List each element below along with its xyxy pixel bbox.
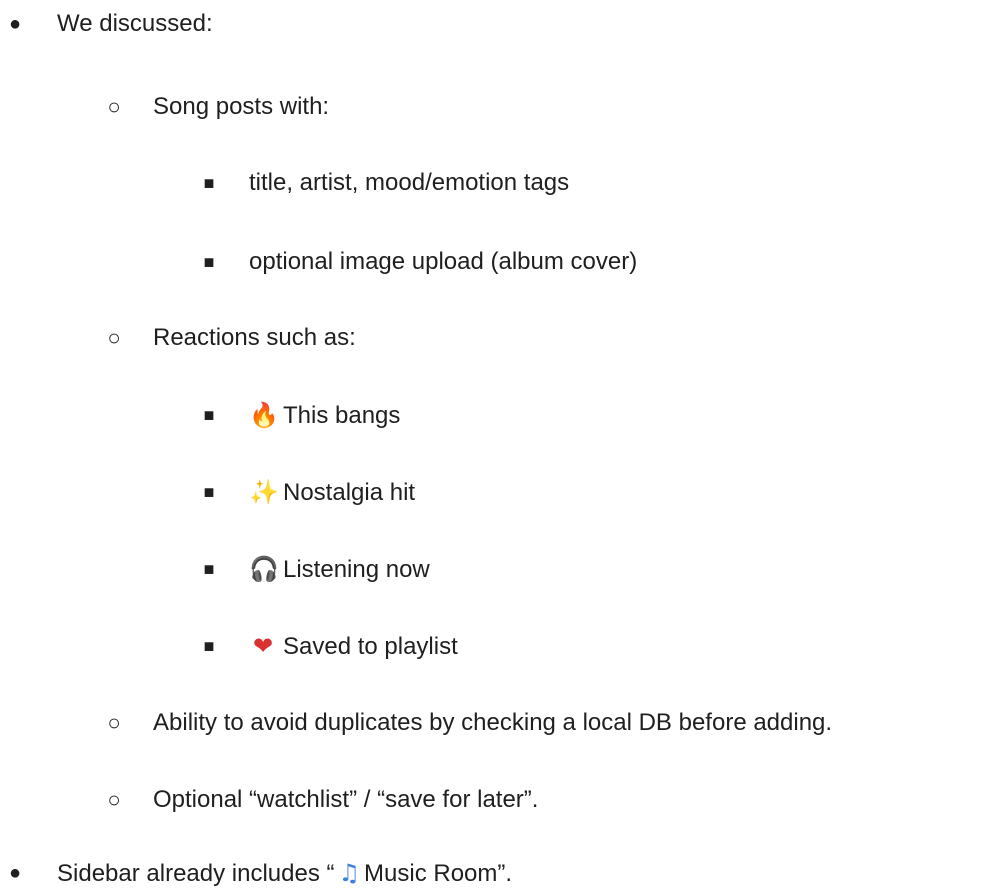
- document: ● We discussed: ○ Song posts with: ■ tit…: [0, 0, 983, 895]
- bullet-square: ■: [203, 482, 215, 502]
- list-item-text-prefix: Sidebar already includes “: [57, 860, 335, 887]
- bullet-circle: ○: [107, 325, 121, 350]
- list-item-text: Saved to playlist: [283, 633, 458, 660]
- list-item-text: We discussed:: [57, 10, 213, 37]
- list-item-text-name: Music Room: [364, 860, 498, 887]
- headphones-icon: 🎧: [249, 555, 279, 583]
- bullet-square: ■: [203, 405, 215, 425]
- list-item-text: Nostalgia hit: [283, 479, 416, 506]
- list-item-content: Sidebar already includes “♫ Music Room”.: [57, 857, 512, 890]
- list-item-text: Listening now: [283, 556, 430, 583]
- bullet-circle: ○: [107, 94, 121, 119]
- list-item-text: Reactions such as:: [153, 324, 356, 351]
- list-item-content: 🎧 Listening now: [249, 553, 430, 586]
- bullet-square: ■: [203, 636, 215, 656]
- music-note-icon: ♫: [338, 859, 361, 887]
- list-item-content: ❤ Saved to playlist: [249, 630, 458, 663]
- bullet-circle: ○: [107, 787, 121, 812]
- list-item-content: ✨ Nostalgia hit: [249, 476, 415, 509]
- sparkles-icon: ✨: [249, 478, 279, 506]
- bullet-square: ■: [203, 252, 215, 272]
- list-item-content: 🔥 This bangs: [249, 399, 400, 432]
- list-item-text: Ability to avoid duplicates by checking …: [153, 709, 833, 736]
- list-item-text: optional image upload (album cover): [249, 248, 638, 275]
- bullet-circle: ○: [107, 710, 121, 735]
- list-item-text: This bangs: [283, 402, 401, 429]
- list-item-text-suffix: ”.: [497, 860, 513, 887]
- bullet-disc: ●: [8, 862, 22, 884]
- heart-icon: ❤: [252, 632, 274, 660]
- bullet-square: ■: [203, 173, 215, 193]
- bullet-disc: ●: [8, 13, 22, 35]
- list-item-text: title, artist, mood/emotion tags: [249, 169, 570, 196]
- fire-icon: 🔥: [249, 401, 279, 429]
- bullet-square: ■: [203, 559, 215, 579]
- list-item-text: Optional “watchlist” / “save for later”.: [153, 786, 539, 813]
- list-item-text: Song posts with:: [153, 93, 330, 120]
